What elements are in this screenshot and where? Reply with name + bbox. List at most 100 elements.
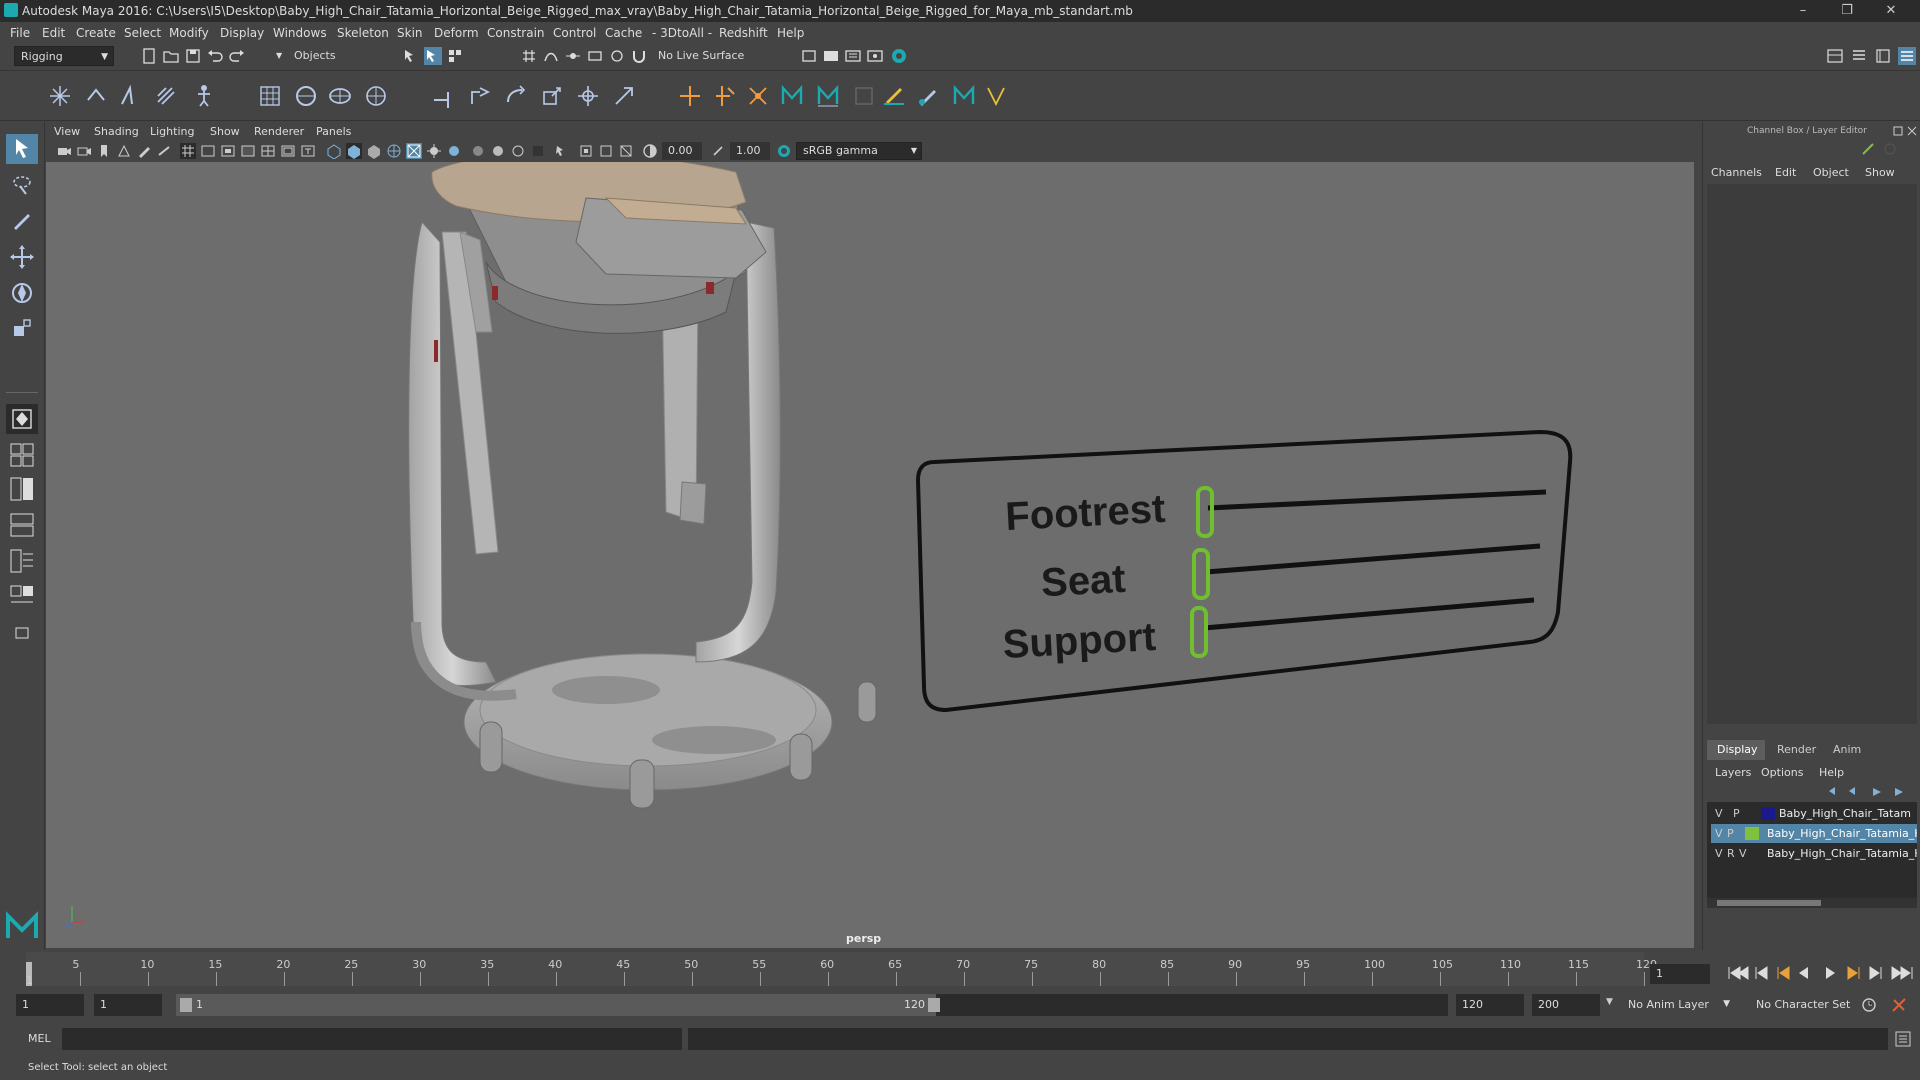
layout-hypershade-icon[interactable] [6, 582, 38, 612]
snap-view-plane-icon[interactable] [586, 47, 604, 65]
maximize-button[interactable]: ❐ [1826, 0, 1868, 22]
character-set-dropdown[interactable]: No Character Set [1744, 994, 1864, 1016]
grease-pencil-icon[interactable] [136, 143, 152, 159]
smooth-shade-icon[interactable] [346, 143, 362, 159]
high-chair-model[interactable] [408, 162, 877, 809]
wrap-deformer-icon[interactable] [292, 82, 320, 110]
layer-row[interactable]: V R V Baby_High_Chair_Tatamia_Ho [1711, 844, 1917, 863]
scale-tool-icon[interactable] [6, 314, 38, 344]
layer-scrollbar[interactable] [1707, 898, 1917, 908]
magnet-icon[interactable] [630, 47, 648, 65]
menu-3dtoall[interactable]: - 3DtoAll - [652, 26, 712, 40]
menu-display[interactable]: Display [220, 26, 264, 40]
menu-file[interactable]: File [10, 26, 30, 40]
select-hierarchy-icon[interactable] [402, 47, 420, 65]
joint-tool-icon[interactable] [46, 82, 74, 110]
menu-deform[interactable]: Deform [434, 26, 479, 40]
wireframe-on-shaded-icon[interactable] [386, 143, 402, 159]
aim-constraint-icon[interactable] [466, 82, 494, 110]
close-panel-icon[interactable] [1907, 126, 1917, 136]
channels-edit-menu[interactable]: Edit [1775, 166, 1796, 179]
layer-playback[interactable]: R [1727, 844, 1735, 863]
xray-components-icon[interactable] [618, 143, 634, 159]
channel-list[interactable] [1707, 184, 1917, 724]
layout-graph-icon[interactable] [6, 546, 38, 576]
animation-end-field[interactable]: 200 [1532, 994, 1600, 1016]
layer-name[interactable]: Baby_High_Chair_Tatamia_Ho [1767, 844, 1917, 863]
select-tool-icon[interactable] [6, 134, 38, 164]
undo-icon[interactable] [206, 47, 224, 65]
soft-mod-icon[interactable] [362, 82, 390, 110]
use-all-lights-icon[interactable] [426, 143, 442, 159]
menu-skeleton[interactable]: Skeleton [337, 26, 389, 40]
gate-mask-icon[interactable] [240, 143, 256, 159]
tool-settings-icon[interactable] [1874, 47, 1892, 65]
layer-color-swatch[interactable] [1745, 827, 1759, 840]
layer-tab-display[interactable]: Display [1707, 740, 1765, 760]
move-tool-icon[interactable] [6, 242, 38, 272]
layer-action-icons[interactable] [1825, 784, 1915, 798]
menu-create[interactable]: Create [76, 26, 116, 40]
menu-select[interactable]: Select [124, 26, 161, 40]
layer-playback[interactable]: P [1733, 804, 1740, 823]
animation-preferences-icon[interactable] [1890, 996, 1908, 1014]
point-constraint-icon[interactable] [430, 82, 458, 110]
channel-box-option-icon[interactable] [1861, 142, 1875, 156]
playback-end-field[interactable]: 120 [1456, 994, 1524, 1016]
snap-curve-icon[interactable] [542, 47, 560, 65]
layout-single-icon[interactable] [6, 404, 38, 434]
blend-shape-icon[interactable] [744, 82, 772, 110]
select-component-icon[interactable] [446, 47, 464, 65]
gamma-icon[interactable] [710, 143, 726, 159]
layer-reference[interactable]: V [1739, 844, 1747, 863]
playback-controls[interactable] [1726, 964, 1916, 982]
hik-character-icon[interactable] [778, 82, 806, 110]
modeling-toolkit-icon[interactable] [1826, 47, 1844, 65]
menu-constrain[interactable]: Constrain [487, 26, 545, 40]
render-settings-icon[interactable] [800, 47, 818, 65]
film-gate-icon[interactable] [200, 143, 216, 159]
channel-box-toggle-icon[interactable] [1898, 47, 1916, 65]
attribute-editor-icon[interactable] [1850, 47, 1868, 65]
exposure-icon[interactable] [642, 143, 658, 159]
lasso-tool-icon[interactable] [6, 170, 38, 200]
layout-two-side-icon[interactable] [6, 474, 38, 504]
rig-control-panel[interactable]: Footrest Seat Support [915, 429, 1573, 713]
select-object-icon[interactable] [424, 47, 442, 65]
set-driven-key-icon[interactable] [712, 82, 740, 110]
textured-icon[interactable] [406, 143, 422, 159]
menu-edit[interactable]: Edit [42, 26, 65, 40]
playback-start-field[interactable]: 1 [94, 994, 162, 1016]
save-scene-icon[interactable] [184, 47, 202, 65]
lattice-icon[interactable] [256, 82, 284, 110]
script-editor-icon[interactable] [1894, 1030, 1912, 1048]
range-slider[interactable]: 1 120 [176, 994, 1448, 1016]
multisample-aa-icon[interactable] [510, 143, 526, 159]
layer-row-selected[interactable]: V P Baby_High_Chair_Tatamia_Ho [1711, 824, 1917, 843]
layout-outliner-icon[interactable] [6, 510, 38, 540]
cluster-icon[interactable] [326, 82, 354, 110]
wireframe-icon[interactable] [326, 143, 342, 159]
new-scene-icon[interactable] [140, 47, 158, 65]
field-chart-icon[interactable] [260, 143, 276, 159]
redo-icon[interactable] [228, 47, 246, 65]
exposure-field[interactable]: 0.00 [662, 142, 702, 160]
script-language-toggle[interactable]: MEL [28, 1032, 51, 1045]
open-scene-icon[interactable] [162, 47, 180, 65]
component-editor-icon[interactable] [850, 82, 878, 110]
layer-playback[interactable]: P [1727, 824, 1734, 843]
camera-attributes-icon[interactable] [76, 143, 92, 159]
screen-space-ao-icon[interactable] [470, 143, 486, 159]
resolution-gate-icon[interactable] [220, 143, 236, 159]
float-panel-icon[interactable] [1893, 126, 1903, 136]
color-management-icon[interactable] [776, 143, 792, 159]
menu-redshift[interactable]: Redshift [719, 26, 768, 40]
scene-canvas[interactable]: Footrest Seat Support [46, 162, 1694, 948]
mel-command-input[interactable] [62, 1028, 682, 1050]
panel-menu-view[interactable]: View [54, 125, 80, 138]
default-material-icon[interactable] [366, 143, 382, 159]
layer-row[interactable]: V P Baby_High_Chair_Tatam [1711, 804, 1917, 823]
parent-constraint-icon[interactable] [574, 82, 602, 110]
channels-show-menu[interactable]: Show [1865, 166, 1895, 179]
bookmark-icon[interactable] [96, 143, 112, 159]
